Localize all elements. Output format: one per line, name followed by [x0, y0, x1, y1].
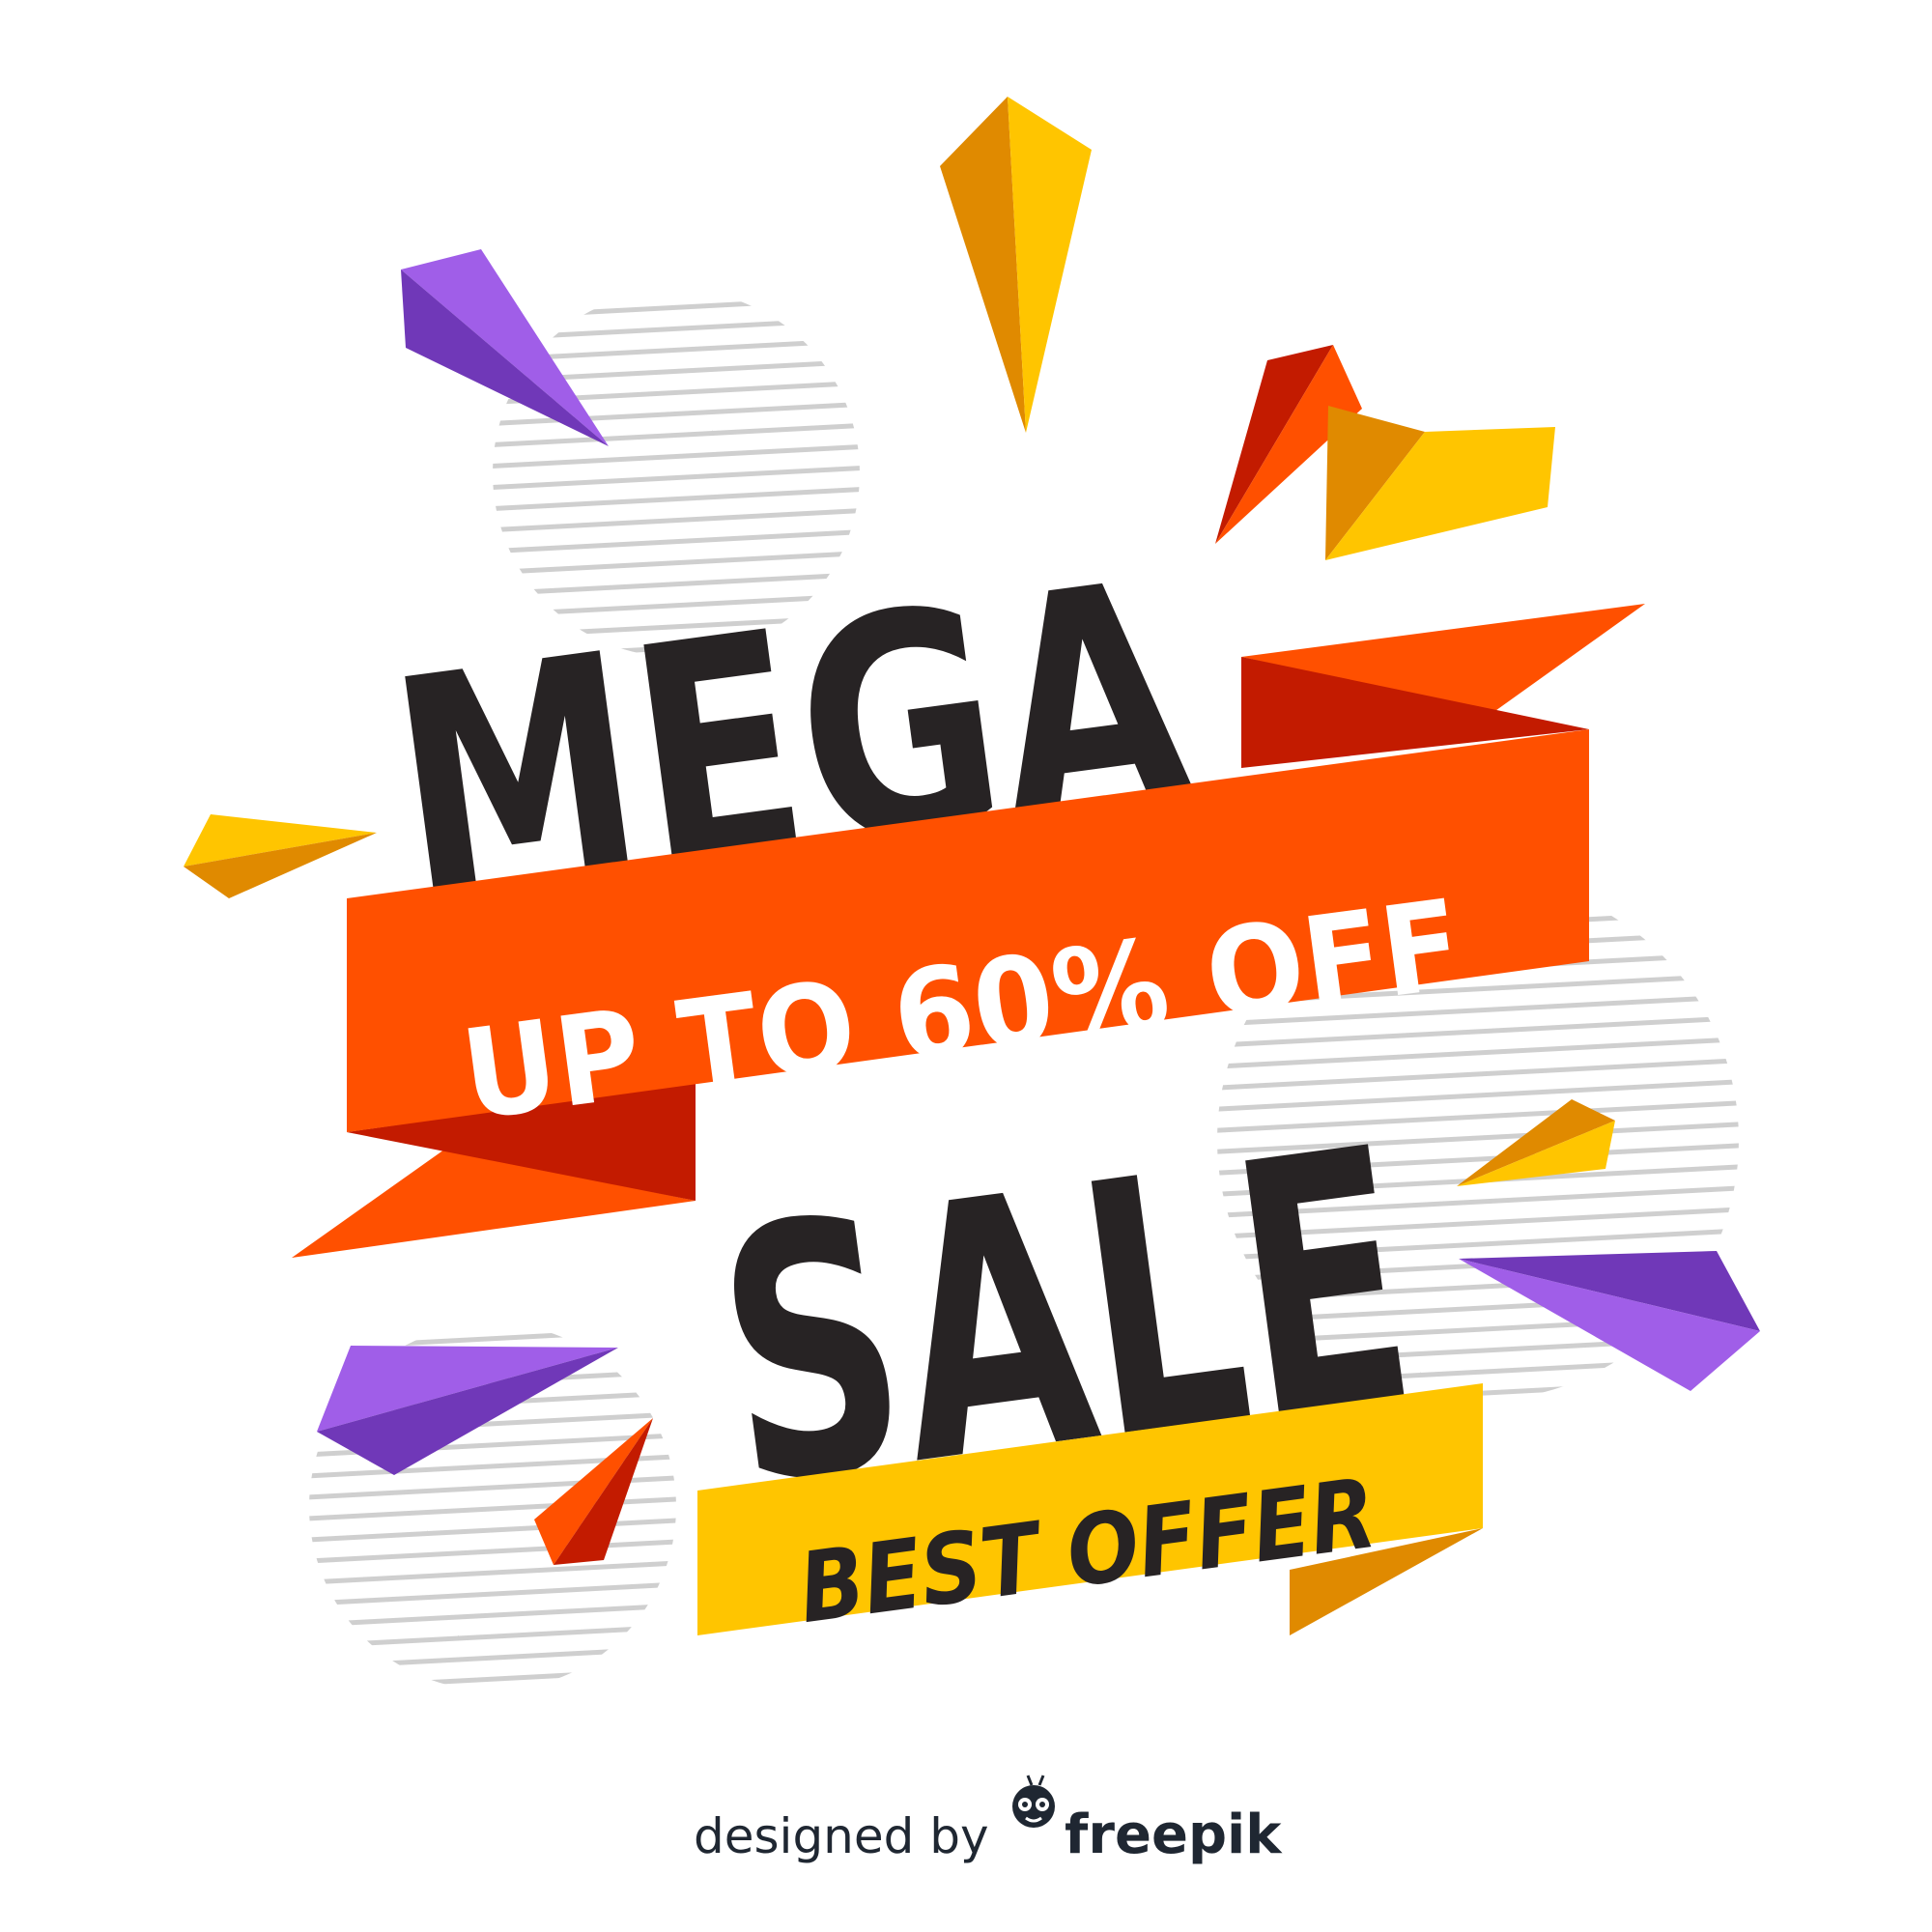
- freepik-logo-icon: [1012, 1775, 1055, 1828]
- credit-brand: freepik: [1065, 1804, 1283, 1866]
- poster-artwork: MEGA UP TO 60% OFF SALE BEST OFFER desig…: [184, 97, 1760, 1866]
- sale-poster: MEGA UP TO 60% OFF SALE BEST OFFER desig…: [0, 0, 1932, 1932]
- designer-credit: designed by freepik: [694, 1775, 1283, 1866]
- credit-prefix: designed by: [694, 1808, 989, 1864]
